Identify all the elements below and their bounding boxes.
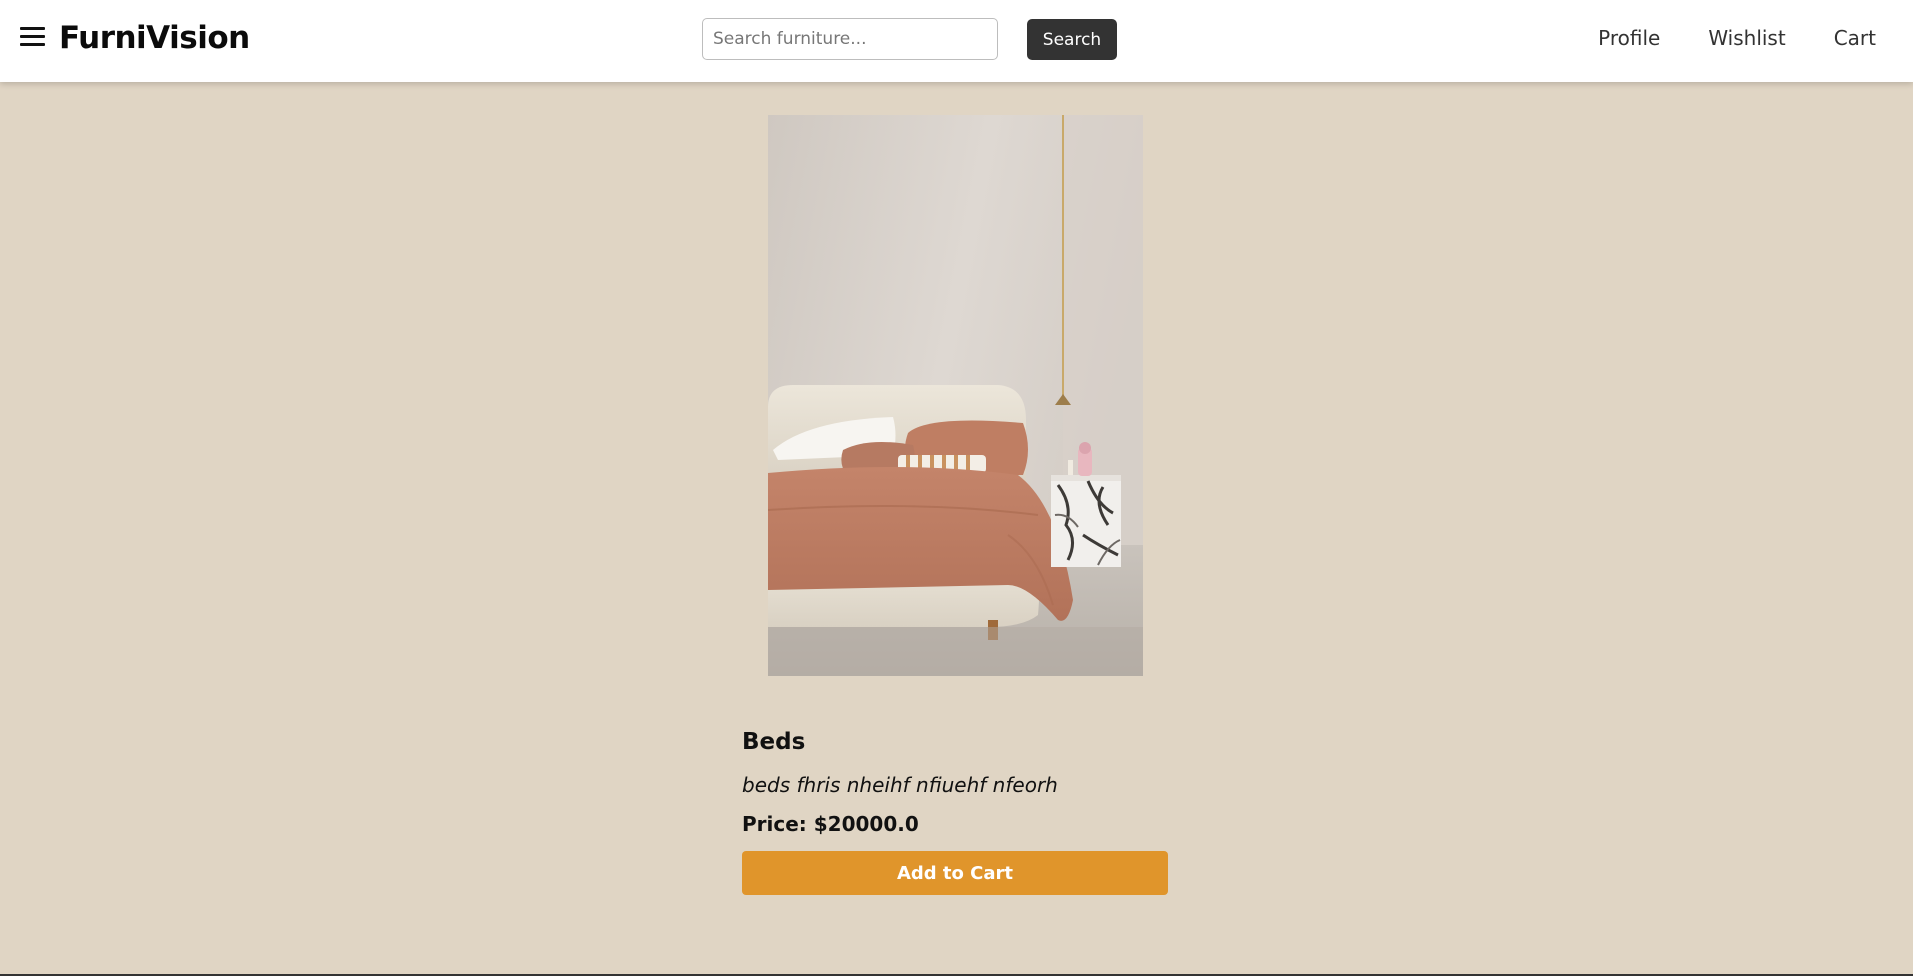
top-navbar: FurniVision Search Profile Wishlist Cart <box>0 0 1913 82</box>
bed-photo <box>768 115 1143 676</box>
nav-link-cart[interactable]: Cart <box>1834 26 1876 50</box>
nav-link-wishlist[interactable]: Wishlist <box>1708 26 1785 50</box>
product-image <box>768 115 1143 676</box>
product-price: Price: $20000.0 <box>742 812 919 836</box>
nav-link-profile[interactable]: Profile <box>1598 26 1660 50</box>
hamburger-menu-icon[interactable] <box>20 25 46 49</box>
nav-links: Profile Wishlist Cart <box>1598 26 1876 50</box>
product-description: beds fhris nheihf nfiuehf nfeorh <box>742 773 1058 797</box>
add-to-cart-button[interactable]: Add to Cart <box>742 851 1168 895</box>
product-name: Beds <box>742 729 806 755</box>
search-button[interactable]: Search <box>1027 19 1117 60</box>
search-input[interactable] <box>702 18 998 60</box>
brand-logo[interactable]: FurniVision <box>59 20 250 56</box>
